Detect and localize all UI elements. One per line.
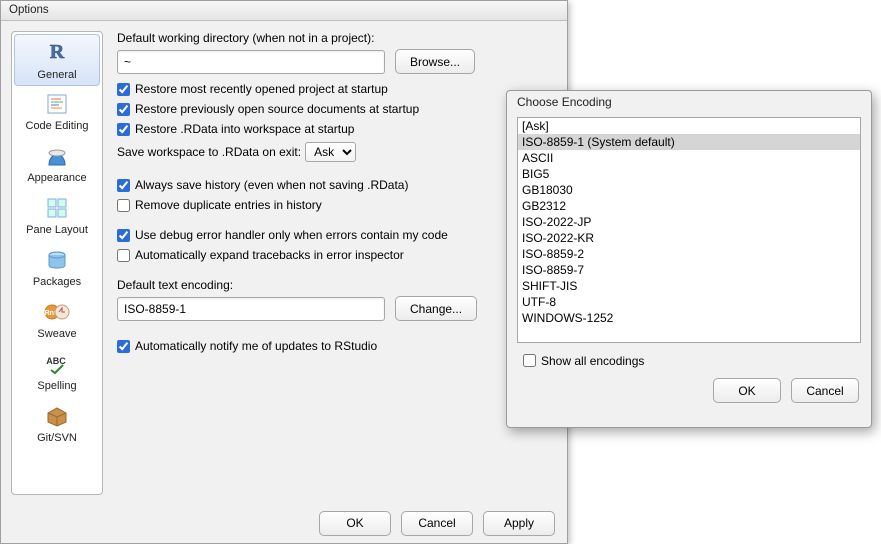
auto-notify-checkbox[interactable] xyxy=(117,340,130,353)
packages-icon xyxy=(43,246,71,274)
encoding-option[interactable]: UTF-8 xyxy=(518,294,860,310)
options-dialog: Options R General xyxy=(0,0,568,544)
restore-rdata-checkbox[interactable] xyxy=(117,123,130,136)
restore-docs-checkbox[interactable] xyxy=(117,103,130,116)
encoding-option[interactable]: GB2312 xyxy=(518,198,860,214)
sidebar-item-spelling[interactable]: ABC Spelling xyxy=(14,346,100,398)
show-all-encodings-checkbox[interactable] xyxy=(523,354,536,367)
sidebar-label-sweave: Sweave xyxy=(14,328,100,340)
encoding-dialog-title: Choose Encoding xyxy=(507,91,871,113)
sidebar-label-appearance: Appearance xyxy=(14,172,100,184)
sidebar-item-pane-layout[interactable]: Pane Layout xyxy=(14,190,100,242)
restore-project-label: Restore most recently opened project at … xyxy=(135,82,388,96)
remove-dup-label: Remove duplicate entries in history xyxy=(135,198,322,212)
sidebar-label-code-editing: Code Editing xyxy=(14,120,100,132)
options-titlebar: Options xyxy=(1,1,567,21)
sidebar-label-spelling: Spelling xyxy=(14,380,100,392)
encoding-option[interactable]: ISO-8859-7 xyxy=(518,262,860,278)
encoding-cancel-button[interactable]: Cancel xyxy=(791,378,859,403)
cancel-button[interactable]: Cancel xyxy=(401,511,473,536)
encoding-option[interactable]: ISO-8859-2 xyxy=(518,246,860,262)
auto-expand-checkbox[interactable] xyxy=(117,249,130,262)
general-icon: R xyxy=(43,39,71,67)
sidebar-label-general: General xyxy=(15,69,99,81)
save-ws-select[interactable]: Ask xyxy=(305,142,356,162)
encoding-dialog-footer: OK Cancel xyxy=(507,370,871,411)
restore-project-checkbox[interactable] xyxy=(117,83,130,96)
sidebar-item-git-svn[interactable]: Git/SVN xyxy=(14,398,100,450)
options-sidebar: R General Code Editing xyxy=(11,31,103,495)
encoding-option[interactable]: ASCII xyxy=(518,150,860,166)
always-history-label: Always save history (even when not savin… xyxy=(135,178,408,192)
debug-handler-label: Use debug error handler only when errors… xyxy=(135,228,448,242)
pane-layout-icon xyxy=(43,194,71,222)
apply-button[interactable]: Apply xyxy=(483,511,555,536)
spelling-icon: ABC xyxy=(43,350,71,378)
sidebar-label-git-svn: Git/SVN xyxy=(14,432,100,444)
encoding-input[interactable] xyxy=(117,297,385,321)
sidebar-item-packages[interactable]: Packages xyxy=(14,242,100,294)
sidebar-item-code-editing[interactable]: Code Editing xyxy=(14,86,100,138)
encoding-option[interactable]: ISO-2022-KR xyxy=(518,230,860,246)
change-button[interactable]: Change... xyxy=(395,296,477,321)
encoding-option[interactable]: SHIFT-JIS xyxy=(518,278,860,294)
sidebar-item-general[interactable]: R General xyxy=(14,34,100,86)
debug-handler-checkbox[interactable] xyxy=(117,229,130,242)
sidebar-label-pane-layout: Pane Layout xyxy=(14,224,100,236)
sidebar-item-sweave[interactable]: Rnw Sweave xyxy=(14,294,100,346)
ok-button[interactable]: OK xyxy=(319,511,391,536)
wd-label: Default working directory (when not in a… xyxy=(117,31,547,45)
encoding-ok-button[interactable]: OK xyxy=(713,378,781,403)
restore-docs-label: Restore previously open source documents… xyxy=(135,102,419,116)
svg-text:R: R xyxy=(50,41,65,63)
encoding-option[interactable]: BIG5 xyxy=(518,166,860,182)
sidebar-item-appearance[interactable]: Appearance xyxy=(14,138,100,190)
choose-encoding-dialog: Choose Encoding [Ask]ISO-8859-1 (System … xyxy=(506,90,872,428)
options-button-bar: OK Cancel Apply xyxy=(1,503,567,543)
encoding-option[interactable]: ISO-2022-JP xyxy=(518,214,860,230)
wd-input[interactable] xyxy=(117,50,385,74)
encoding-list[interactable]: [Ask]ISO-8859-1 (System default)ASCIIBIG… xyxy=(517,117,861,343)
encoding-option[interactable]: ISO-8859-1 (System default) xyxy=(518,134,860,150)
auto-expand-label: Automatically expand tracebacks in error… xyxy=(135,248,404,262)
restore-rdata-label: Restore .RData into workspace at startup xyxy=(135,122,354,136)
encoding-option[interactable]: [Ask] xyxy=(518,118,860,134)
encoding-label: Default text encoding: xyxy=(117,278,547,292)
encoding-option[interactable]: GB18030 xyxy=(518,182,860,198)
code-editing-icon xyxy=(43,90,71,118)
show-all-encodings-label: Show all encodings xyxy=(541,354,644,368)
browse-button[interactable]: Browse... xyxy=(395,49,475,74)
save-ws-label: Save workspace to .RData on exit: xyxy=(117,145,301,159)
git-svn-icon xyxy=(43,402,71,430)
sweave-icon: Rnw xyxy=(43,298,71,326)
auto-notify-label: Automatically notify me of updates to RS… xyxy=(135,339,377,353)
appearance-icon xyxy=(43,142,71,170)
always-history-checkbox[interactable] xyxy=(117,179,130,192)
options-title: Options xyxy=(9,4,49,16)
encoding-option[interactable]: WINDOWS-1252 xyxy=(518,310,860,326)
sidebar-label-packages: Packages xyxy=(14,276,100,288)
options-content: Default working directory (when not in a… xyxy=(103,31,557,495)
svg-text:ABC: ABC xyxy=(46,356,66,366)
options-body: R General Code Editing xyxy=(1,21,567,503)
remove-dup-checkbox[interactable] xyxy=(117,199,130,212)
